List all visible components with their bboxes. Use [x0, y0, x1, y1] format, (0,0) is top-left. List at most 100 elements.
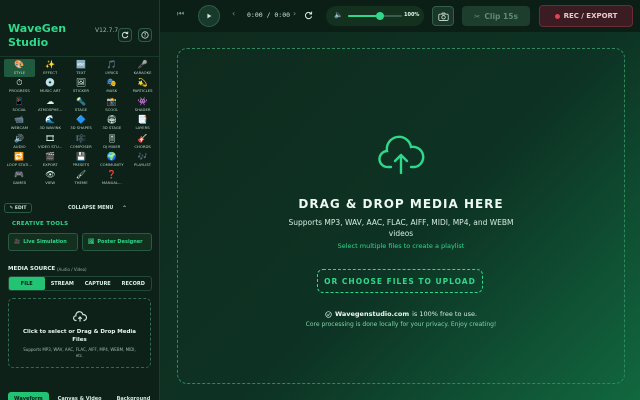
- volume-slider[interactable]: [348, 12, 402, 20]
- sidebar-dropzone-formats: Supports MP3, WAV, AAC, FLAC, AIFF, MP4,…: [23, 347, 136, 358]
- app-version: V12.7.7: [95, 27, 119, 34]
- audio-icon: 🔊: [14, 133, 25, 143]
- tab-capture[interactable]: CAPTURE: [80, 277, 116, 290]
- mode-loop-stati[interactable]: 🔁 LOOP STATI...: [4, 151, 35, 169]
- mode-video-stu[interactable]: 🎞 VIDEO STU...: [35, 133, 66, 151]
- main-canvas: DRAG & DROP MEDIA HERE Supports MP3, WAV…: [160, 32, 640, 400]
- mode-3d-stage[interactable]: 🏟 3D STAGE: [96, 114, 127, 132]
- speaker-icon[interactable]: 🔈: [334, 11, 343, 19]
- mode-style[interactable]: 🎨 STYLE: [4, 59, 35, 78]
- poster-designer-button[interactable]: 🖼 Poster Designer: [82, 233, 152, 251]
- scissors-icon: ✂: [474, 11, 481, 21]
- mode-shader[interactable]: 👾 SHADER: [127, 96, 158, 114]
- next-icon[interactable]: ›: [293, 9, 296, 18]
- mode-dj-mixer[interactable]: 🎚 DJ MIXER: [96, 133, 127, 151]
- mode-webcam[interactable]: 📹 WEBCAM: [4, 114, 35, 132]
- mode-sticker[interactable]: 🖼 STICKER: [66, 77, 97, 95]
- tab-file[interactable]: FILE: [9, 277, 45, 290]
- mode-label: PROGRESS: [9, 88, 30, 94]
- tab-background[interactable]: Background: [111, 392, 157, 400]
- volume-knob[interactable]: [376, 12, 385, 20]
- mode-scool[interactable]: 📸 SCOOL: [96, 96, 127, 114]
- mode-social[interactable]: 📱 SOCIAL: [4, 96, 35, 114]
- sidebar: WaveGen Studio V12.7.7 ? 🎨 STYLE ✨ EFFECT 🔤 T…: [0, 0, 160, 400]
- community-icon: 🌍: [106, 151, 117, 161]
- mode-composer[interactable]: 🎼 COMPOSER: [66, 133, 97, 151]
- mode-lyrics[interactable]: 🎵 LYRICS: [96, 59, 127, 77]
- help-button[interactable]: ?: [138, 28, 152, 42]
- video-stu-icon: 🎞: [45, 133, 56, 143]
- live-simulation-button[interactable]: 🎥 Live Simulation: [8, 233, 78, 251]
- tab-waveform[interactable]: Waveform: [8, 392, 49, 400]
- chevron-up-icon[interactable]: ⌃: [122, 205, 127, 212]
- mode-label: 3D SHAPES: [70, 125, 92, 131]
- bottom-tabs: Waveform Canvas & Video Background: [8, 392, 156, 400]
- mode-effect[interactable]: ✨ EFFECT: [35, 59, 66, 77]
- sidebar-dropzone[interactable]: Click to select or Drag & Drop Media Fil…: [8, 298, 151, 368]
- mode-label: PRESETS: [72, 161, 90, 167]
- mode-games[interactable]: 🎮 GAMES: [4, 169, 35, 187]
- mode-label: STICKER: [72, 88, 89, 94]
- stage-icon: 🔦: [76, 96, 86, 106]
- karaoke-icon: 🎤: [137, 60, 148, 69]
- mode-3d-shapes[interactable]: 🔷 3D SHAPES: [66, 114, 97, 132]
- mode-atmosphe[interactable]: ☁ ATMOSPHE...: [35, 96, 66, 114]
- mode-label: WEBCAM: [10, 125, 28, 131]
- camera-button[interactable]: [432, 6, 454, 26]
- mode-3d-wavink[interactable]: 🌊 3D WAVINK: [35, 114, 66, 132]
- mode-community[interactable]: 🌍 COMMUNITY: [96, 151, 127, 169]
- mode-theme[interactable]: 🖌 THEME: [66, 169, 97, 187]
- mode-particles[interactable]: 💫 PARTICLES: [127, 77, 158, 95]
- mode-stage[interactable]: 🔦 STAGE: [66, 96, 97, 114]
- mode-view[interactable]: 👁 VIEW: [35, 169, 66, 187]
- refresh-button[interactable]: [118, 28, 132, 42]
- mode-export[interactable]: 🎬 EXPORT: [35, 151, 66, 169]
- tab-canvas-video[interactable]: Canvas & Video: [52, 392, 108, 400]
- 3d-wavink-icon: 🌊: [45, 115, 56, 125]
- mode-label: TEXT: [76, 70, 86, 75]
- mode-presets[interactable]: 💾 PRESETS: [66, 151, 97, 169]
- mode-manual[interactable]: ❓ MANUAL...: [96, 169, 127, 187]
- loop-icon[interactable]: [304, 11, 313, 20]
- shader-icon: 👾: [137, 96, 148, 106]
- mode-label: MASK: [106, 88, 118, 94]
- play-button[interactable]: [198, 5, 220, 27]
- volume-control: 🔈 100%: [326, 6, 424, 26]
- mode-label: SCOOL: [105, 106, 119, 112]
- mode-label: PLAYLIST: [134, 161, 152, 167]
- skip-back-icon[interactable]: ⏮: [177, 9, 184, 19]
- choose-files-button[interactable]: OR CHOOSE FILES TO UPLOAD: [317, 269, 483, 293]
- upload-cloud-icon: [73, 311, 87, 322]
- mode-text[interactable]: 🔤 TEXT: [66, 59, 97, 77]
- tab-record[interactable]: RECORD: [116, 277, 152, 290]
- mode-audio[interactable]: 🔊 AUDIO: [4, 133, 35, 151]
- loop-stati-icon: 🔁: [14, 151, 25, 161]
- mode-label: STAGE: [74, 106, 88, 112]
- main-dropzone[interactable]: DRAG & DROP MEDIA HERE Supports MP3, WAV…: [177, 48, 625, 384]
- mode-music-art[interactable]: 💿 MUSIC ART: [35, 77, 66, 95]
- mode-label: GAMES: [12, 180, 27, 186]
- clip-button[interactable]: ✂ Clip 15s: [462, 6, 530, 26]
- mode-label: KARAOKE: [133, 70, 152, 75]
- mode-progress[interactable]: ⏱ PROGRESS: [4, 77, 35, 95]
- free-text: is 100% free to use.: [412, 310, 478, 318]
- mode-layers[interactable]: 📑 LAYERS: [127, 114, 158, 132]
- record-export-button[interactable]: REC / EXPORT: [539, 5, 633, 27]
- playlist-icon: 🎶: [137, 151, 148, 161]
- tab-stream[interactable]: STREAM: [45, 277, 81, 290]
- mode-karaoke[interactable]: 🎤 KARAOKE: [127, 59, 158, 77]
- dj-mixer-icon: 🎚: [106, 133, 117, 143]
- mode-playlist[interactable]: 🎶 PLAYLIST: [127, 151, 158, 169]
- 3d-shapes-icon: 🔷: [76, 115, 86, 125]
- text-icon: 🔤: [76, 60, 86, 69]
- mode-label: 3D STAGE: [102, 125, 122, 131]
- edit-button[interactable]: ✎ EDIT: [4, 203, 32, 213]
- prev-icon[interactable]: ‹: [232, 9, 235, 18]
- mode-label: VIDEO STU...: [38, 143, 63, 149]
- mode-chords[interactable]: 🎸 CHORDS: [127, 133, 158, 151]
- mode-mask[interactable]: 🎭 MASK: [96, 77, 127, 95]
- collapse-menu-button[interactable]: COLLAPSE MENU: [68, 206, 113, 211]
- volume-percent: 100%: [404, 12, 420, 18]
- mode-label: MANUAL...: [101, 180, 122, 186]
- social-icon: 📱: [14, 96, 25, 106]
